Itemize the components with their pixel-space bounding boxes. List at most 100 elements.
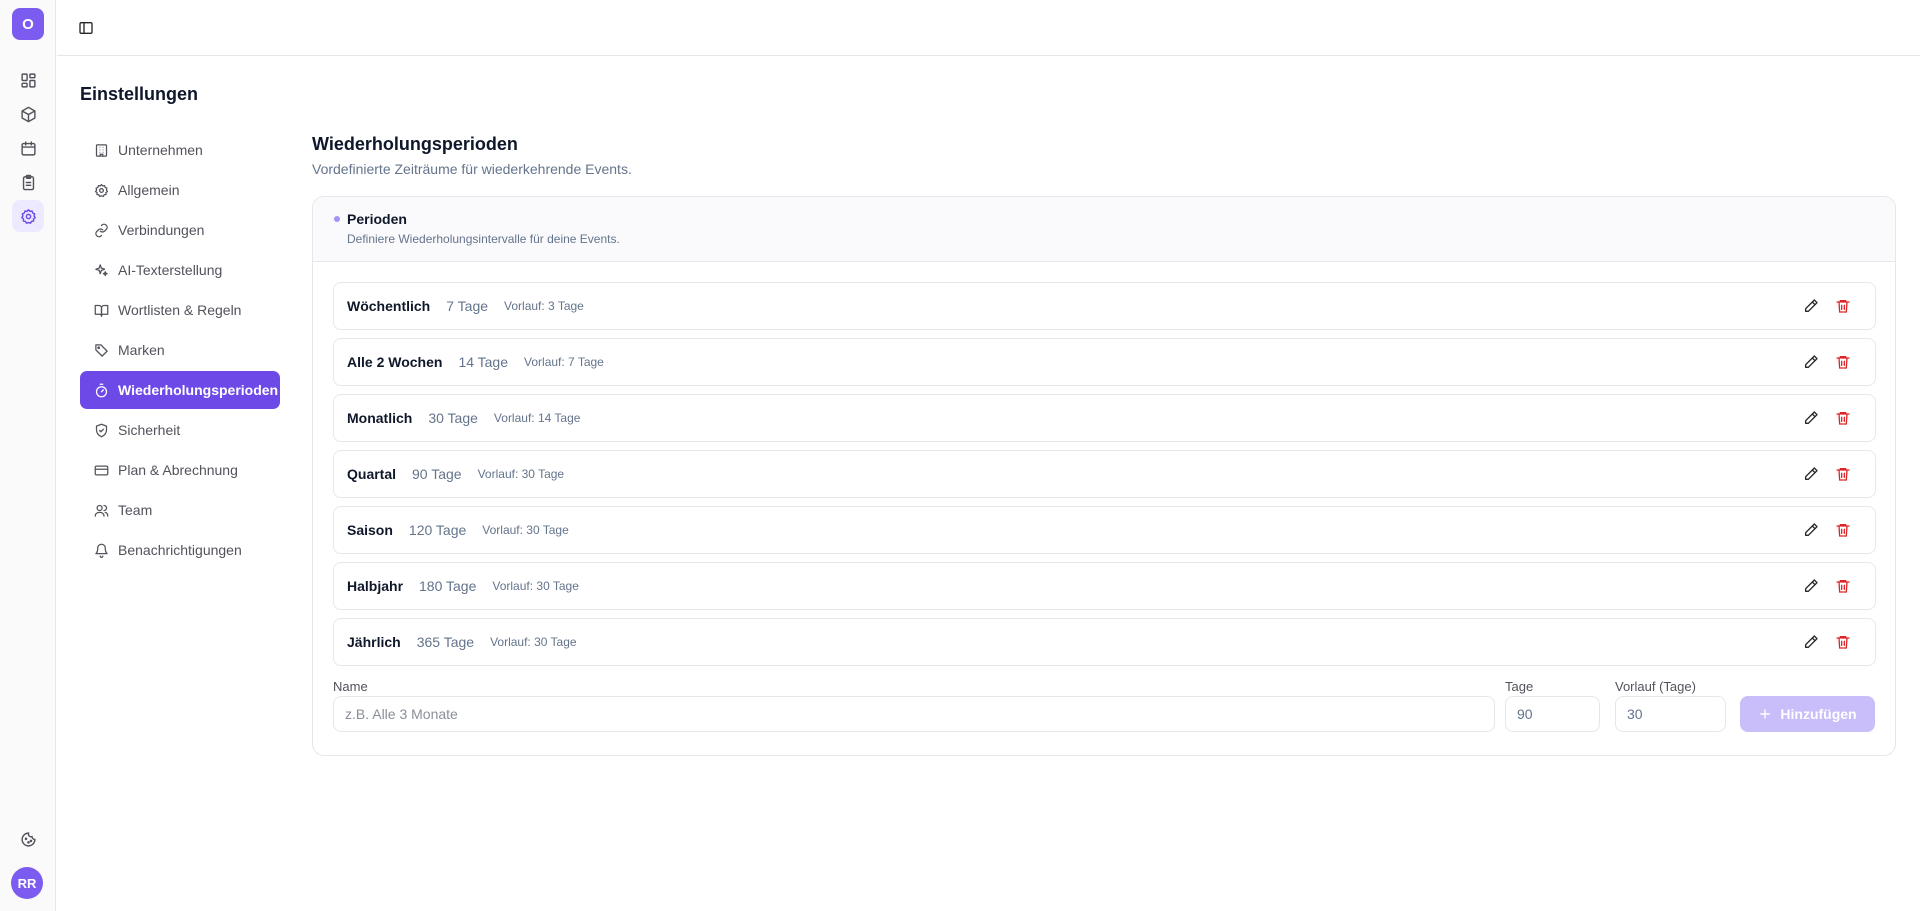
nav-item-label: Plan & Abrechnung xyxy=(118,462,238,478)
pencil-icon xyxy=(1803,578,1819,594)
period-row: Monatlich 30 Tage Vorlauf: 14 Tage xyxy=(333,394,1876,442)
nav-item-ai-texterstellung[interactable]: AI-Texterstellung xyxy=(80,251,280,289)
rail-calendar-button[interactable] xyxy=(12,132,44,164)
nav-item-label: Benachrichtigungen xyxy=(118,542,242,558)
gear-icon xyxy=(20,208,37,225)
pencil-icon xyxy=(1803,466,1819,482)
period-row: Halbjahr 180 Tage Vorlauf: 30 Tage xyxy=(333,562,1876,610)
period-name: Wöchentlich xyxy=(347,298,431,314)
nav-item-label: Unternehmen xyxy=(118,142,203,158)
nav-item-label: Wortlisten & Regeln xyxy=(118,302,242,318)
rail-dashboard-button[interactable] xyxy=(12,64,44,96)
nav-item-unternehmen[interactable]: Unternehmen xyxy=(80,131,280,169)
period-days: 365 Tage xyxy=(416,634,475,650)
periods-card: Perioden Definiere Wiederholungsinterval… xyxy=(312,196,1896,756)
plus-icon xyxy=(1758,707,1772,721)
gear-icon xyxy=(93,182,109,198)
period-lead: Vorlauf: 30 Tage xyxy=(482,523,569,537)
section-title: Wiederholungsperioden xyxy=(312,134,518,154)
delete-button[interactable] xyxy=(1833,464,1853,484)
settings-nav: Unternehmen Allgemein Verbindungen AI-Te… xyxy=(80,131,280,571)
period-days: 30 Tage xyxy=(428,410,478,426)
rail-products-button[interactable] xyxy=(12,98,44,130)
nav-item-benachrichtigungen[interactable]: Benachrichtigungen xyxy=(80,531,280,569)
rail-settings-button[interactable] xyxy=(12,200,44,232)
trash-icon xyxy=(1835,354,1851,370)
tag-icon xyxy=(93,342,109,358)
delete-button[interactable] xyxy=(1833,576,1853,596)
clipboard-icon xyxy=(20,174,37,191)
nav-item-allgemein[interactable]: Allgemein xyxy=(80,171,280,209)
user-avatar[interactable]: RR xyxy=(11,867,43,899)
dashboard-icon xyxy=(20,72,37,89)
period-days: 90 Tage xyxy=(412,466,462,482)
period-name: Quartal xyxy=(347,466,397,482)
period-lead: Vorlauf: 30 Tage xyxy=(492,579,579,593)
lead-label: Vorlauf (Tage) xyxy=(1615,679,1696,694)
cookie-icon xyxy=(20,831,37,848)
trash-icon xyxy=(1835,634,1851,650)
pencil-icon xyxy=(1803,410,1819,426)
period-row: Alle 2 Wochen 14 Tage Vorlauf: 7 Tage xyxy=(333,338,1876,386)
delete-button[interactable] xyxy=(1833,632,1853,652)
edit-button[interactable] xyxy=(1801,408,1821,428)
top-bar xyxy=(57,0,1920,56)
edit-button[interactable] xyxy=(1801,352,1821,372)
card-title: Perioden xyxy=(347,211,407,227)
period-row: Quartal 90 Tage Vorlauf: 30 Tage xyxy=(333,450,1876,498)
delete-button[interactable] xyxy=(1833,520,1853,540)
trash-icon xyxy=(1835,466,1851,482)
period-row: Jährlich 365 Tage Vorlauf: 30 Tage xyxy=(333,618,1876,666)
days-label: Tage xyxy=(1505,679,1534,694)
nav-item-verbindungen[interactable]: Verbindungen xyxy=(80,211,280,249)
nav-item-label: Allgemein xyxy=(118,182,180,198)
period-name: Jährlich xyxy=(347,634,401,650)
panel-left-icon xyxy=(78,20,94,36)
shield-icon xyxy=(93,422,109,438)
rail-cookie-button[interactable] xyxy=(12,823,44,855)
delete-button[interactable] xyxy=(1833,408,1853,428)
app-logo[interactable]: O xyxy=(12,8,44,40)
lead-input[interactable]: 30 xyxy=(1615,696,1726,732)
edit-button[interactable] xyxy=(1801,632,1821,652)
timer-icon xyxy=(93,382,109,398)
rail-tasks-button[interactable] xyxy=(12,166,44,198)
users-icon xyxy=(93,502,109,518)
period-days: 180 Tage xyxy=(419,578,477,594)
period-lead: Vorlauf: 7 Tage xyxy=(524,355,604,369)
delete-button[interactable] xyxy=(1833,296,1853,316)
nav-item-label: Wiederholungsperioden xyxy=(118,382,279,398)
add-button-label: Hinzufügen xyxy=(1780,706,1857,722)
delete-button[interactable] xyxy=(1833,352,1853,372)
nav-item-wiederholungsperioden[interactable]: Wiederholungsperioden xyxy=(80,371,280,409)
name-label: Name xyxy=(333,679,368,694)
building-icon xyxy=(93,142,109,158)
sidebar-toggle-button[interactable] xyxy=(73,15,99,41)
nav-item-team[interactable]: Team xyxy=(80,491,280,529)
section-subtitle: Vordefinierte Zeiträume für wiederkehren… xyxy=(312,161,632,177)
period-days: 14 Tage xyxy=(458,354,509,370)
nav-item-marken[interactable]: Marken xyxy=(80,331,280,369)
card-header: Perioden Definiere Wiederholungsinterval… xyxy=(313,197,1895,262)
edit-button[interactable] xyxy=(1801,520,1821,540)
edit-button[interactable] xyxy=(1801,576,1821,596)
trash-icon xyxy=(1835,298,1851,314)
pencil-icon xyxy=(1803,354,1819,370)
period-lead: Vorlauf: 30 Tage xyxy=(477,467,565,481)
period-list: Wöchentlich 7 Tage Vorlauf: 3 Tage Alle … xyxy=(333,282,1876,674)
trash-icon xyxy=(1835,410,1851,426)
period-name: Saison xyxy=(347,522,393,538)
period-name: Alle 2 Wochen xyxy=(347,354,443,370)
add-period-form: Name Tage Vorlauf (Tage) z.B. Alle 3 Mon… xyxy=(333,679,1876,739)
edit-button[interactable] xyxy=(1801,296,1821,316)
days-input[interactable]: 90 xyxy=(1505,696,1600,732)
nav-item-plan-abrechnung[interactable]: Plan & Abrechnung xyxy=(80,451,280,489)
name-input[interactable]: z.B. Alle 3 Monate xyxy=(333,696,1495,732)
credit-card-icon xyxy=(93,462,109,478)
period-name: Monatlich xyxy=(347,410,413,426)
period-row: Saison 120 Tage Vorlauf: 30 Tage xyxy=(333,506,1876,554)
nav-item-wortlisten[interactable]: Wortlisten & Regeln xyxy=(80,291,280,329)
add-button[interactable]: Hinzufügen xyxy=(1740,696,1875,732)
edit-button[interactable] xyxy=(1801,464,1821,484)
nav-item-sicherheit[interactable]: Sicherheit xyxy=(80,411,280,449)
